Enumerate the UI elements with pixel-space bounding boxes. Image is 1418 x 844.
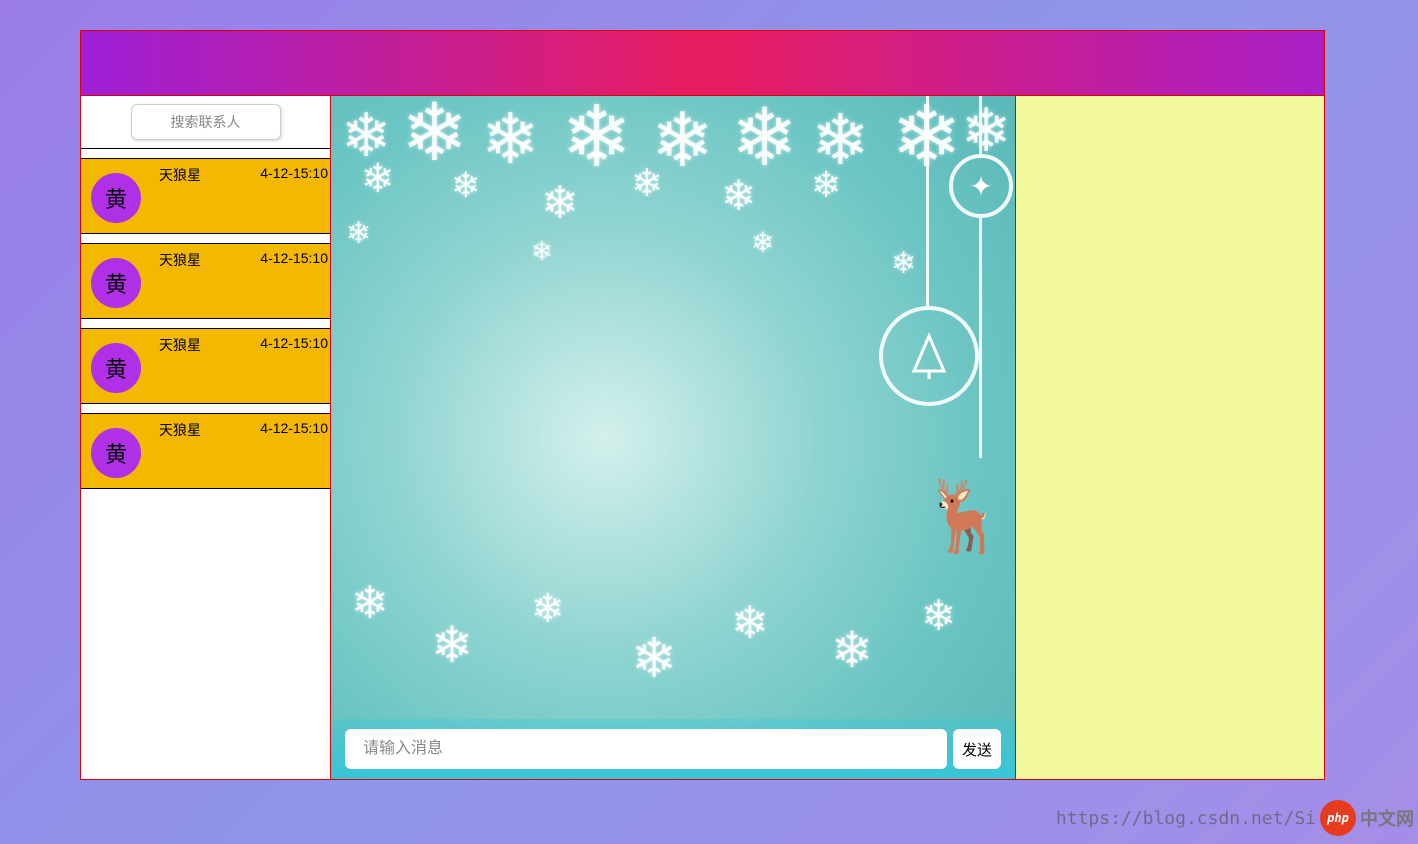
avatar: 黄	[91, 173, 141, 223]
tree-ornament-icon	[879, 306, 979, 406]
contact-item[interactable]: 黄 天狼星 4-12-15:10	[81, 329, 330, 404]
ornament-string	[979, 218, 982, 458]
contact-name: 天狼星	[159, 165, 201, 185]
chat-panel: ❄ ❄ ❄ ❄ ❄ ❄ ❄ ❄ ❄ ❄ ❄ ❄ ❄ ❄ ❄ ❄ ❄ ❄ ❄ ❄	[331, 96, 1016, 779]
chat-background-decoration: ❄ ❄ ❄ ❄ ❄ ❄ ❄ ❄ ❄ ❄ ❄ ❄ ❄ ❄ ❄ ❄ ❄ ❄ ❄ ❄	[331, 96, 1015, 779]
contacts-list: 黄 天狼星 4-12-15:10 黄 天狼星 4-12-15:10 黄 天狼星 …	[81, 149, 330, 779]
contact-time: 4-12-15:10	[260, 420, 328, 436]
contact-name: 天狼星	[159, 250, 201, 270]
right-panel	[1016, 96, 1324, 779]
send-button[interactable]: 发送	[953, 729, 1001, 769]
contact-item[interactable]: 黄 天狼星 4-12-15:10	[81, 244, 330, 319]
app-container: 黄 天狼星 4-12-15:10 黄 天狼星 4-12-15:10 黄 天狼星 …	[80, 30, 1325, 780]
contact-time: 4-12-15:10	[260, 335, 328, 351]
contact-item[interactable]: 黄 天狼星 4-12-15:10	[81, 159, 330, 234]
list-divider	[81, 404, 330, 414]
contact-name: 天狼星	[159, 420, 201, 440]
star-ornament-icon: ✦	[949, 154, 1013, 218]
search-row	[81, 96, 330, 149]
contact-time: 4-12-15:10	[260, 250, 328, 266]
search-input[interactable]	[131, 104, 281, 140]
avatar: 黄	[91, 428, 141, 478]
main-area: 黄 天狼星 4-12-15:10 黄 天狼星 4-12-15:10 黄 天狼星 …	[81, 95, 1324, 779]
watermark-url: https://blog.csdn.net/Si	[1056, 808, 1316, 829]
message-input[interactable]	[345, 729, 947, 769]
deer-icon: 🦌	[921, 476, 1008, 558]
contact-item[interactable]: 黄 天狼星 4-12-15:10	[81, 414, 330, 489]
ornament-string	[926, 96, 929, 306]
message-input-row: 发送	[345, 729, 1001, 769]
list-divider	[81, 319, 330, 329]
ornament-string	[979, 96, 982, 156]
list-divider	[81, 149, 330, 159]
avatar: 黄	[91, 343, 141, 393]
list-divider	[81, 234, 330, 244]
contact-time: 4-12-15:10	[260, 165, 328, 181]
contact-name: 天狼星	[159, 335, 201, 355]
header-banner	[81, 31, 1324, 95]
watermark-suffix: 中文网	[1360, 805, 1414, 831]
watermark: https://blog.csdn.net/Si php 中文网	[1056, 800, 1414, 836]
php-logo-icon: php	[1320, 800, 1356, 836]
avatar: 黄	[91, 258, 141, 308]
contacts-sidebar: 黄 天狼星 4-12-15:10 黄 天狼星 4-12-15:10 黄 天狼星 …	[81, 96, 331, 779]
